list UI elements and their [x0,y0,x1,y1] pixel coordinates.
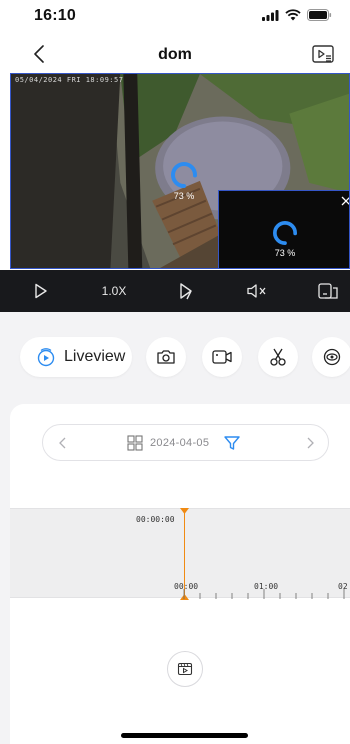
cursor-top-marker [180,508,189,514]
speed-button[interactable]: 1.0X [98,281,130,301]
date-display[interactable]: 2024-04-05 [126,434,241,452]
chevron-left-icon [34,45,44,63]
liveview-button[interactable]: Liveview [20,337,132,377]
record-icon [212,350,232,364]
wifi-icon [285,9,301,21]
osd-timestamp: 05/04/2024 FRI 18:09:57 [15,76,124,84]
nav-bar: dom [0,38,350,72]
date-text: 2024-04-05 [150,437,210,449]
mute-button[interactable] [245,281,269,301]
picture-in-picture[interactable]: 73 % [218,190,350,268]
close-icon[interactable] [340,195,350,207]
pip-loading-indicator: 73 % [273,221,297,258]
status-time: 16:10 [34,7,76,24]
playlist-button[interactable] [310,42,336,68]
play-button[interactable] [32,281,50,301]
record-button[interactable] [202,337,242,377]
play-icon [35,283,47,299]
tick-label: 02 [338,582,348,591]
loading-indicator: 73 % [171,162,197,201]
battery-icon [307,9,332,21]
cursor-time: 00:00:00 [136,515,175,524]
signal-icon [262,9,279,21]
frame-step-button[interactable] [176,281,196,301]
speed-label: 1.0X [101,284,127,298]
camera-icon [157,350,175,364]
loading-percent: 73 % [173,191,195,201]
tick-label: 00:00 [174,582,199,591]
status-icons [262,9,332,21]
eye-icon [323,348,341,366]
step-icon [180,283,192,300]
mute-icon [247,284,266,298]
status-bar: 16:10 [0,0,350,34]
fullscreen-icon [318,283,338,299]
playlist-icon [312,45,334,63]
date-selector: 2024-04-05 [42,424,329,461]
timeline-track[interactable]: 00:00:00 00:00 01:00 02 [10,508,350,600]
liveview-icon [37,348,55,367]
home-indicator [121,733,248,738]
clip-list-button[interactable] [167,651,203,687]
filter-icon[interactable] [223,434,241,452]
snapshot-button[interactable] [146,337,186,377]
clip-icon [177,662,193,676]
grid-icon [127,435,143,451]
liveview-label: Liveview [64,348,126,365]
fisheye-button[interactable] [312,337,350,377]
pip-loading-percent: 73 % [274,248,296,258]
page-title: dom [158,46,192,63]
back-button[interactable] [28,42,50,66]
loading-spinner-icon [171,162,197,188]
video-player[interactable]: 05/04/2024 FRI 18:09:57 73 % 73 % [10,73,350,269]
chevron-right-icon[interactable] [304,434,316,452]
chevron-left-icon[interactable] [57,434,69,452]
tick-label: 01:00 [254,582,279,591]
scissors-icon [270,348,286,366]
playback-controls: 1.0X [0,270,350,312]
loading-spinner-icon [273,221,297,245]
cut-button[interactable] [258,337,298,377]
fullscreen-button[interactable] [317,281,339,301]
